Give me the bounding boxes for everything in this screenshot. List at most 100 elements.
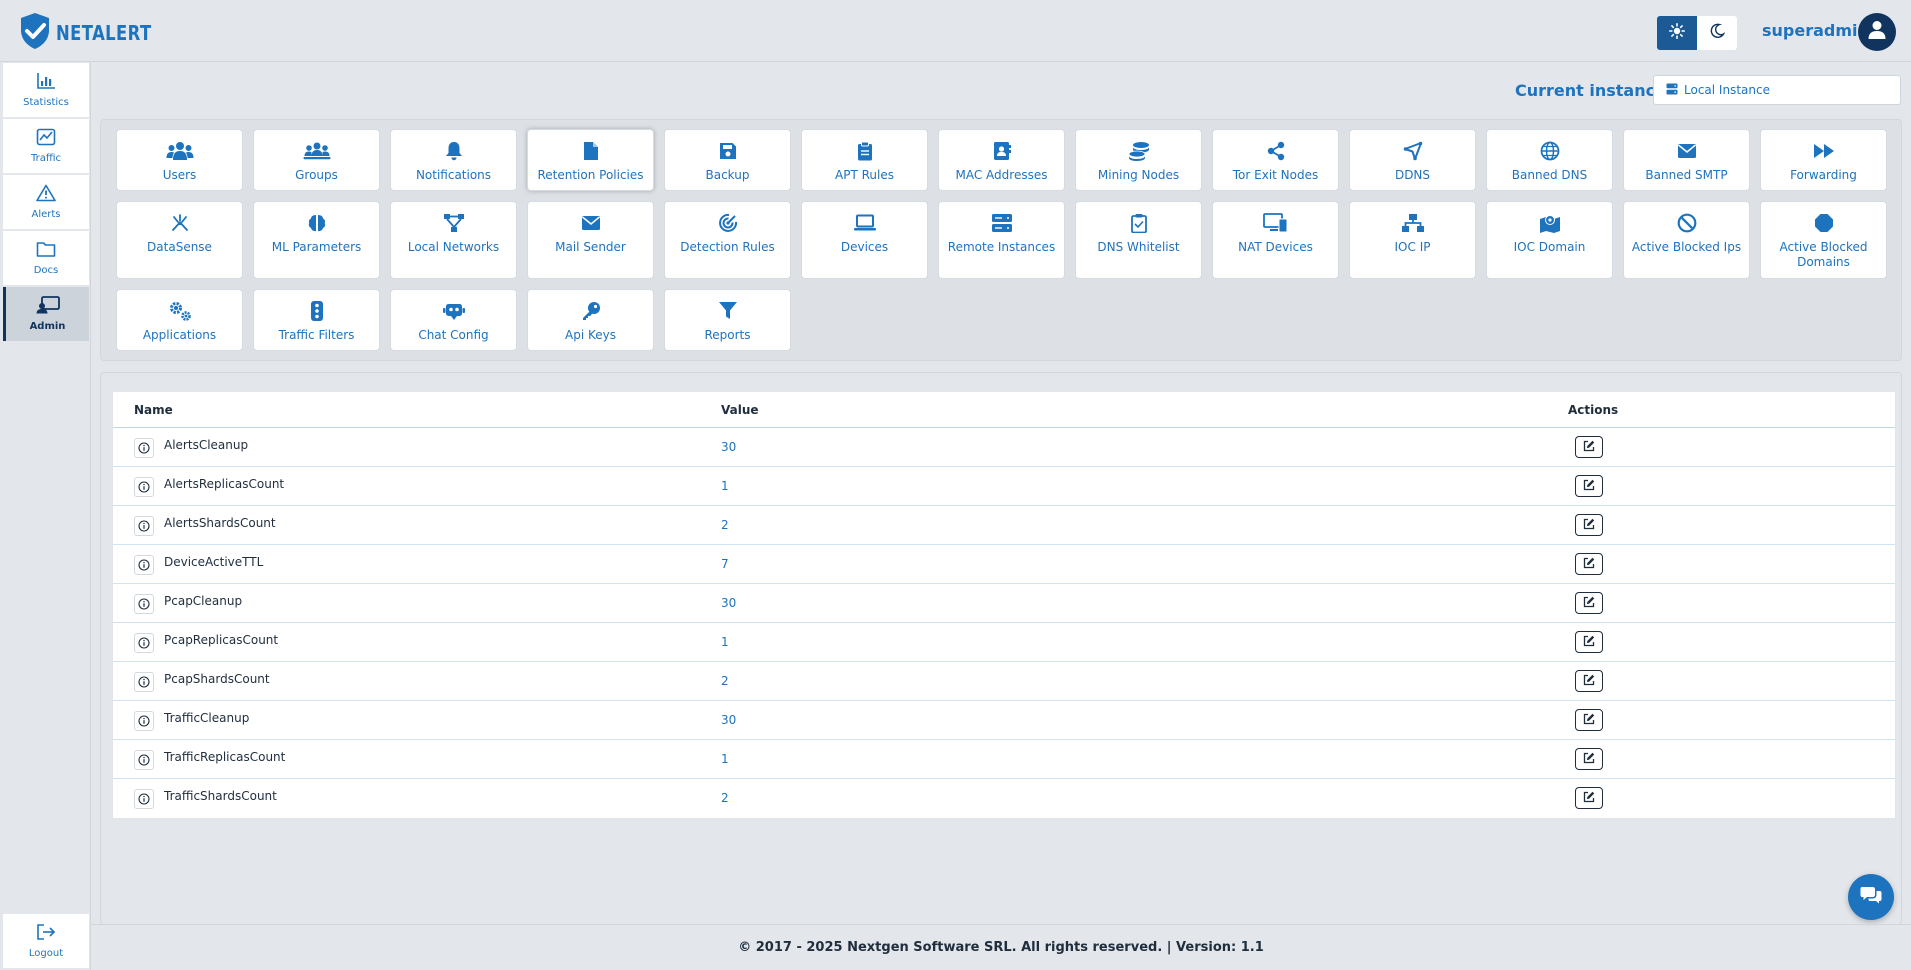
tile-active-blocked-domains[interactable]: Active Blocked Domains xyxy=(1760,201,1887,279)
info-icon[interactable] xyxy=(134,477,154,497)
sidebar-item-docs[interactable]: Docs xyxy=(3,231,89,285)
edit-icon xyxy=(1583,791,1595,806)
tile-chat-config[interactable]: Chat Config xyxy=(390,289,517,351)
tile-api-keys[interactable]: Api Keys xyxy=(527,289,654,351)
tile-notifications[interactable]: Notifications xyxy=(390,129,517,191)
sidebar-item-label: Statistics xyxy=(23,97,69,108)
tile-applications[interactable]: Applications xyxy=(116,289,243,351)
column-header-actions: Actions xyxy=(1568,402,1619,417)
edit-button[interactable] xyxy=(1575,709,1603,731)
chat-button[interactable] xyxy=(1848,874,1894,920)
tile-label: Active Blocked Domains xyxy=(1779,240,1868,269)
edit-button[interactable] xyxy=(1575,670,1603,692)
tile-mining-nodes[interactable]: Mining Nodes xyxy=(1075,129,1202,191)
robot-icon xyxy=(442,299,466,323)
tile-forwarding[interactable]: Forwarding xyxy=(1760,129,1887,191)
tile-ml-parameters[interactable]: ML Parameters xyxy=(253,201,380,279)
tile-datasense[interactable]: DataSense xyxy=(116,201,243,279)
tile-ioc-ip[interactable]: IOC IP xyxy=(1349,201,1476,279)
policy-value: 2 xyxy=(721,518,729,532)
edit-icon xyxy=(1583,674,1595,689)
edit-icon xyxy=(1583,596,1595,611)
column-header-value[interactable]: Value xyxy=(721,403,759,417)
table-row: TrafficCleanup 30 xyxy=(113,701,1895,740)
table-row: TrafficShardsCount 2 xyxy=(113,779,1895,818)
tile-label: Groups xyxy=(295,168,338,182)
tile-traffic-filters[interactable]: Traffic Filters xyxy=(253,289,380,351)
sidebar-item-statistics[interactable]: Statistics xyxy=(3,63,89,117)
sidebar-item-traffic[interactable]: Traffic xyxy=(3,119,89,173)
top-bar: NETALERT superadmin xyxy=(0,0,1911,62)
tile-label: APT Rules xyxy=(835,168,894,182)
light-theme-button[interactable] xyxy=(1657,16,1697,50)
info-icon[interactable] xyxy=(134,789,154,809)
tile-active-blocked-ips[interactable]: Active Blocked Ips xyxy=(1623,201,1750,279)
tile-mail-sender[interactable]: Mail Sender xyxy=(527,201,654,279)
tile-tor-exit-nodes[interactable]: Tor Exit Nodes xyxy=(1212,129,1339,191)
info-icon[interactable] xyxy=(134,750,154,770)
info-icon[interactable] xyxy=(134,516,154,536)
tile-retention-policies[interactable]: Retention Policies xyxy=(527,129,654,191)
table-row: AlertsCleanup 30 xyxy=(113,428,1895,467)
server-icon xyxy=(1666,83,1678,98)
info-icon[interactable] xyxy=(134,594,154,614)
tile-ioc-domain[interactable]: IOC Domain xyxy=(1486,201,1613,279)
forward-icon xyxy=(1813,139,1835,163)
warning-icon xyxy=(36,184,56,206)
username-label[interactable]: superadmin xyxy=(1762,21,1869,40)
instance-select[interactable]: Local Instance xyxy=(1653,75,1901,105)
tile-backup[interactable]: Backup xyxy=(664,129,791,191)
sidebar-item-label: Traffic xyxy=(30,153,62,164)
edit-icon xyxy=(1583,713,1595,728)
tile-banned-smtp[interactable]: Banned SMTP xyxy=(1623,129,1750,191)
sidebar-item-alerts[interactable]: Alerts xyxy=(3,175,89,229)
tile-users[interactable]: Users xyxy=(116,129,243,191)
dark-theme-button[interactable] xyxy=(1697,16,1737,50)
info-icon[interactable] xyxy=(134,633,154,653)
tile-reports[interactable]: Reports xyxy=(664,289,791,351)
tile-banned-dns[interactable]: Banned DNS xyxy=(1486,129,1613,191)
brand-logo[interactable]: NETALERT xyxy=(18,12,173,54)
edit-icon xyxy=(1583,518,1595,533)
edit-button[interactable] xyxy=(1575,748,1603,770)
tile-label: ML Parameters xyxy=(271,240,362,254)
sidebar-item-admin[interactable]: Admin xyxy=(3,287,89,341)
table-row: TrafficReplicasCount 1 xyxy=(113,740,1895,779)
info-icon[interactable] xyxy=(134,555,154,575)
traffic-light-icon xyxy=(310,299,324,323)
edit-button[interactable] xyxy=(1575,514,1603,536)
tile-label: Api Keys xyxy=(565,328,616,342)
edit-button[interactable] xyxy=(1575,787,1603,809)
tile-label: IOC Domain xyxy=(1513,240,1586,254)
theme-toggle[interactable] xyxy=(1657,16,1737,50)
info-icon[interactable] xyxy=(134,438,154,458)
edit-button[interactable] xyxy=(1575,553,1603,575)
tile-dns-whitelist[interactable]: DNS Whitelist xyxy=(1075,201,1202,279)
policy-name: TrafficCleanup xyxy=(164,711,250,725)
column-header-name[interactable]: Name xyxy=(134,403,173,417)
tile-devices[interactable]: Devices xyxy=(801,201,928,279)
tile-nat-devices[interactable]: NAT Devices xyxy=(1212,201,1339,279)
tile-remote-instances[interactable]: Remote Instances xyxy=(938,201,1065,279)
info-icon[interactable] xyxy=(134,672,154,692)
user-avatar[interactable] xyxy=(1858,13,1896,51)
edit-button[interactable] xyxy=(1575,436,1603,458)
tile-detection-rules[interactable]: Detection Rules xyxy=(664,201,791,279)
tile-groups[interactable]: Groups xyxy=(253,129,380,191)
policy-value: 30 xyxy=(721,596,737,610)
tile-mac-addresses[interactable]: MAC Addresses xyxy=(938,129,1065,191)
edit-button[interactable] xyxy=(1575,631,1603,653)
moon-icon xyxy=(1709,23,1726,43)
tile-label: Chat Config xyxy=(418,328,489,342)
edit-button[interactable] xyxy=(1575,475,1603,497)
tile-local-networks[interactable]: Local Networks xyxy=(390,201,517,279)
sitemap-icon xyxy=(1401,211,1425,235)
logout-button[interactable]: Logout xyxy=(3,914,89,968)
info-icon[interactable] xyxy=(134,711,154,731)
table-row: PcapShardsCount 2 xyxy=(113,662,1895,701)
edit-button[interactable] xyxy=(1575,592,1603,614)
tile-apt-rules[interactable]: APT Rules xyxy=(801,129,928,191)
policy-name: PcapCleanup xyxy=(164,594,243,608)
chat-icon xyxy=(1860,886,1882,908)
tile-ddns[interactable]: DDNS xyxy=(1349,129,1476,191)
